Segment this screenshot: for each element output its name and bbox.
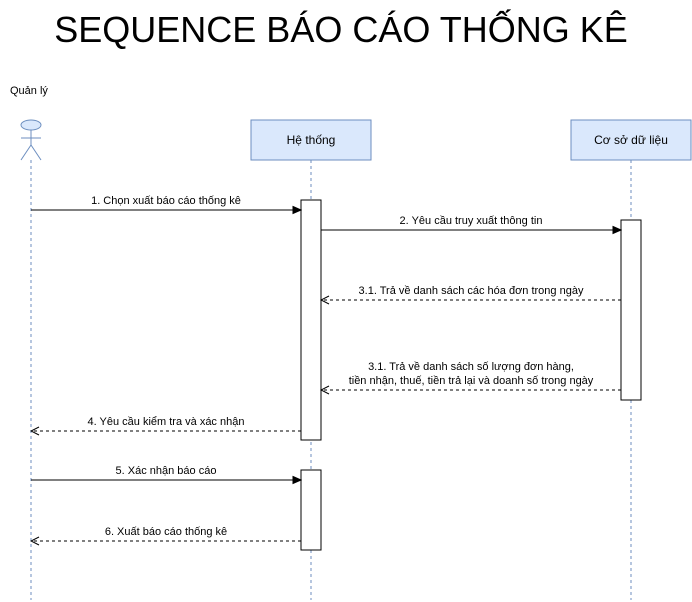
message-label: 4. Yêu cầu kiểm tra và xác nhận — [88, 416, 245, 428]
message-label: tiền nhận, thuế, tiền trả lại và doanh s… — [349, 375, 594, 387]
message-label: 3.1. Trả về danh sách số lượng đơn hàng, — [368, 361, 574, 373]
actor-label: Quản lý — [10, 85, 48, 97]
sequence-diagram: Quản lý Hệ thống Cơ sở dữ liệu 1. Chọn xuấ… — [10, 85, 692, 600]
message-label: 5. Xác nhận báo cáo — [116, 465, 217, 477]
participant-label-db: Cơ sở dữ liệu — [594, 133, 668, 147]
message-label: 1. Chọn xuất báo cáo thống kê — [91, 195, 241, 207]
stick-figure-icon — [20, 119, 42, 161]
activation-bar-system — [300, 469, 322, 551]
participant-label-system: Hệ thống — [287, 133, 336, 147]
message-label: 3.1. Trả về danh sách các hóa đơn trong … — [359, 285, 584, 297]
activation-bar-db — [620, 219, 642, 401]
message-label: 6. Xuất báo cáo thống kê — [105, 526, 227, 538]
activation-bar-system — [300, 199, 322, 441]
message-label: 2. Yêu cầu truy xuất thông tin — [400, 215, 543, 227]
